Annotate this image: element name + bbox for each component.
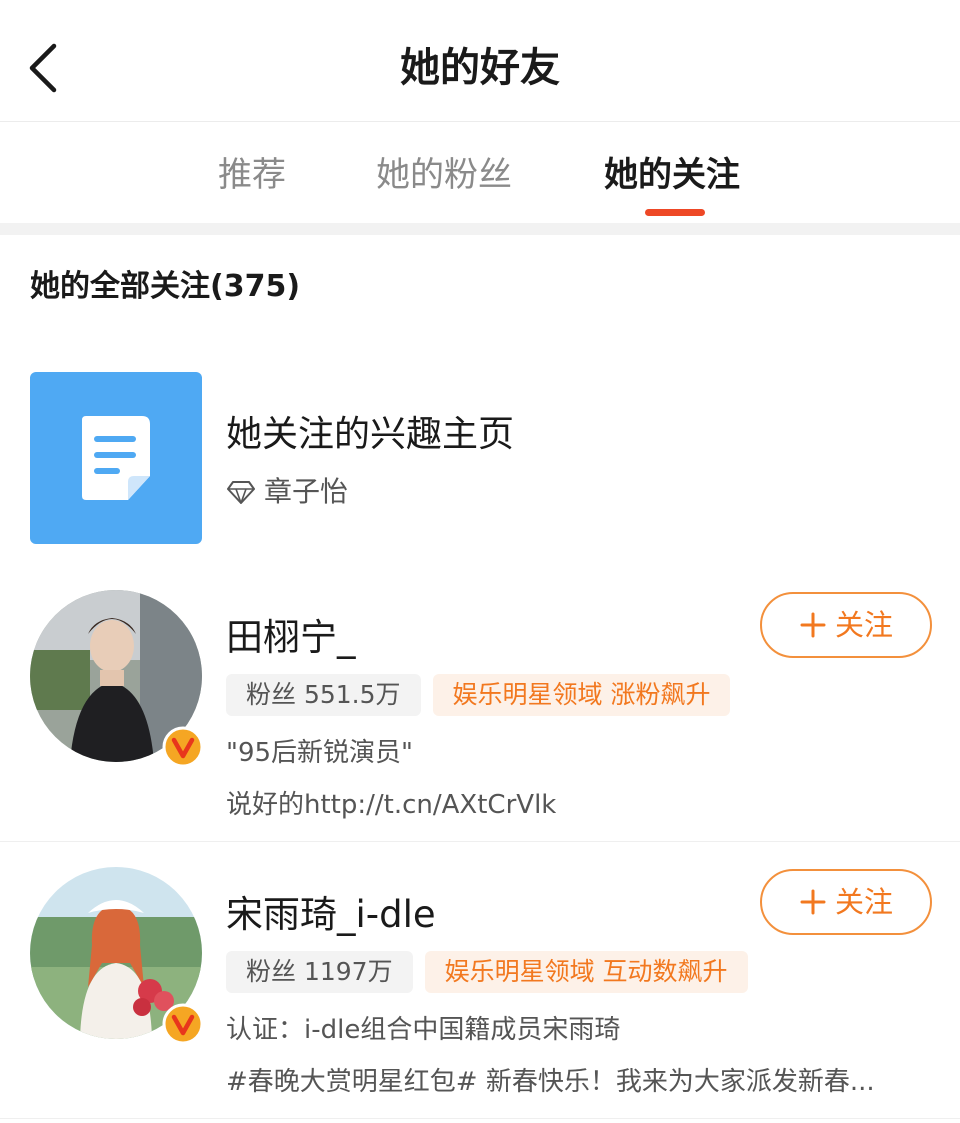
user-name[interactable]: 宋雨琦_i-dle	[226, 889, 436, 941]
interest-owner-line: 章子怡	[226, 472, 348, 512]
tab-recommend[interactable]: 推荐	[218, 151, 286, 199]
follow-button-label: 关注	[834, 885, 893, 919]
plus-icon	[800, 889, 826, 915]
interest-title: 她关注的兴趣主页	[226, 414, 515, 455]
trending-badge[interactable]: 娱乐明星领域 涨粉飙升	[432, 674, 731, 716]
interest-owner-name: 章子怡	[264, 475, 349, 508]
user-tags: 粉丝 1197万 娱乐明星领域 互动数飙升	[226, 951, 760, 993]
follow-button-label: 关注	[834, 608, 893, 642]
trending-badge[interactable]: 娱乐明星领域 互动数飙升	[424, 951, 748, 993]
user-description: "95后新锐演员"	[226, 738, 414, 768]
user-bio: 说好的http://t.cn/AXtCrVlk	[226, 790, 557, 820]
list-item[interactable]: 田栩宁_ 粉丝 551.5万 娱乐明星领域 涨粉飙升 "95后新锐演员" 说好的…	[0, 566, 960, 842]
user-name[interactable]: 田栩宁_	[226, 612, 356, 664]
user-tags: 粉丝 551.5万 娱乐明星领域 涨粉飙升	[226, 674, 742, 716]
interest-tile	[30, 372, 202, 544]
tab-her-following[interactable]: 她的关注	[604, 151, 740, 199]
list-item[interactable]: 宋雨琦_i-dle 粉丝 1197万 娱乐明星领域 互动数飙升 认证：i-dle…	[0, 843, 960, 1119]
follow-button[interactable]: 关注	[760, 592, 932, 658]
interest-homepage-item[interactable]: 她关注的兴趣主页 章子怡	[0, 362, 960, 552]
plus-icon	[800, 612, 826, 638]
user-bio: #春晚大赏明星红包# 新春快乐！我来为大家派发新春...	[226, 1067, 875, 1097]
fans-count-chip: 粉丝 1197万	[226, 951, 413, 993]
document-icon	[82, 416, 150, 500]
verified-v-badge-icon	[162, 1003, 204, 1045]
following-count-heading: 她的全部关注(375)	[30, 269, 301, 304]
user-description: 认证：i-dle组合中国籍成员宋雨琦	[226, 1015, 621, 1045]
verified-v-badge-icon	[162, 726, 204, 768]
page-title: 她的好友	[400, 45, 560, 91]
diamond-icon	[227, 481, 255, 504]
follow-button[interactable]: 关注	[760, 869, 932, 935]
active-tab-indicator	[645, 209, 705, 216]
fans-count-chip: 粉丝 551.5万	[226, 674, 421, 716]
tab-her-fans[interactable]: 她的粉丝	[376, 151, 512, 199]
tab-bar: 推荐 她的粉丝 她的关注	[0, 123, 960, 223]
section-divider	[0, 223, 960, 235]
top-nav-bar: 她的好友	[0, 0, 960, 122]
